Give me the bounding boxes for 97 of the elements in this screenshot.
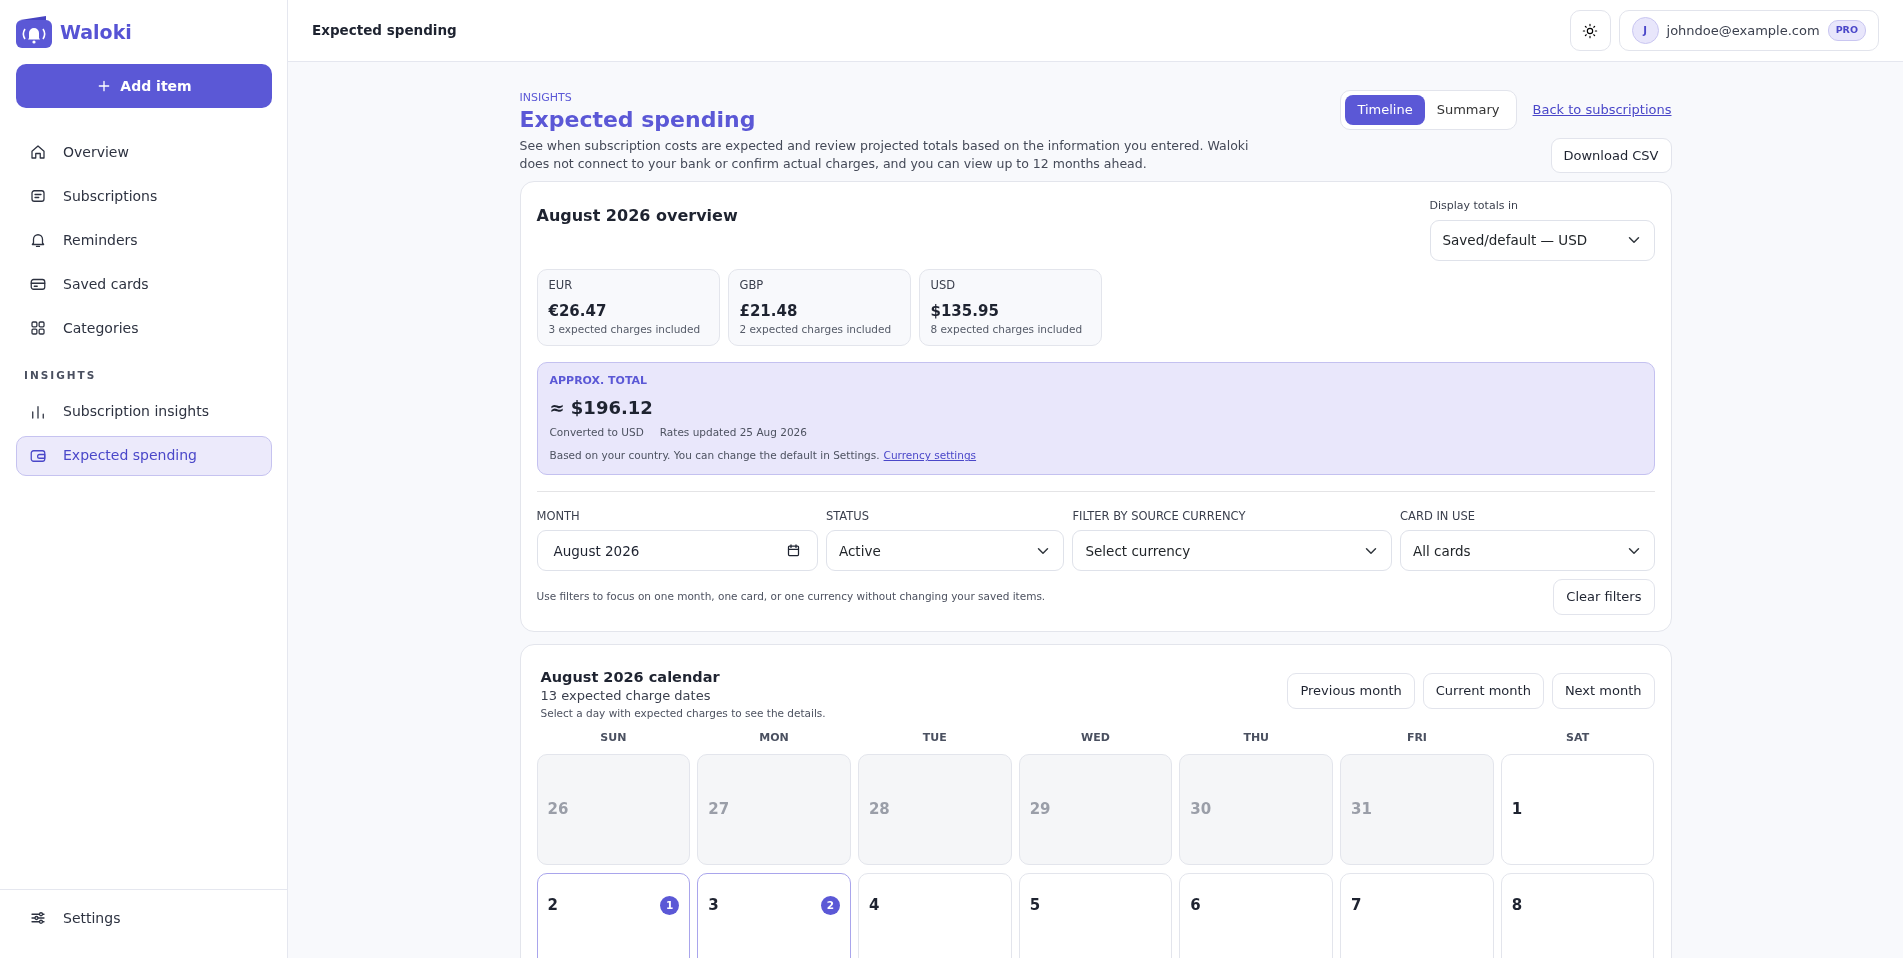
weekday-label: FRI <box>1405 729 1428 746</box>
weekday-label: MON <box>758 729 790 746</box>
brand-name: Waloki <box>60 19 132 45</box>
day-number: 2 <box>547 896 558 915</box>
day-number: 31 <box>1351 799 1372 821</box>
field-label: Display totals in <box>1429 198 1519 215</box>
charge-count: 3 expected charges included <box>548 322 702 338</box>
nav-item[interactable]: Subscription insights <box>16 391 272 432</box>
currency-amount: $135.95 <box>930 300 1000 322</box>
calendar-day[interactable]: 5 <box>1018 873 1173 958</box>
calendar-day[interactable]: 4 <box>857 873 1012 958</box>
theme-toggle-button[interactable] <box>1569 10 1611 51</box>
calendar-day[interactable]: 3 2 <box>697 873 851 958</box>
charge-count: 2 expected charges included <box>739 322 893 338</box>
charge-count-badge: 2 <box>820 896 840 916</box>
filter-hint: Use filters to focus on one month, one card, or one currency without changing your saved items. <box>536 589 1046 605</box>
filter-select[interactable]: All cards <box>1400 530 1655 572</box>
calendar-icon <box>785 543 801 559</box>
day-number: 8 <box>1511 896 1523 915</box>
field-label: FILTER BY SOURCE CURRENCY <box>1072 508 1247 526</box>
day-number: 4 <box>868 896 880 915</box>
download-csv-button[interactable]: Download CSV <box>1550 137 1672 173</box>
month-nav-button[interactable]: Current month <box>1422 673 1544 709</box>
currency-code: GBP <box>739 276 765 294</box>
eyebrow-label: INSIGHTS <box>519 90 573 106</box>
view-tab[interactable]: Summary <box>1424 95 1512 125</box>
currency-amount: £21.48 <box>739 300 799 322</box>
field-label: MONTH <box>536 508 581 526</box>
page-heading: Expected spending <box>519 106 757 133</box>
day-number: 30 <box>1190 799 1212 821</box>
day-number: 7 <box>1351 896 1362 915</box>
weekday-label: TUE <box>921 729 948 746</box>
calendar-hint: Select a day with expected charges to see the details. <box>540 705 826 721</box>
sliders-icon <box>29 909 47 927</box>
month-nav-button[interactable]: Next month <box>1551 673 1655 709</box>
page-title: Expected spending <box>312 21 457 41</box>
day-number: 29 <box>1029 799 1051 821</box>
weekday-label: SUN <box>599 729 628 746</box>
currency-note: Based on your country. You can change the default in Settings. <box>549 448 880 464</box>
calendar-day[interactable]: 1 <box>1500 754 1655 866</box>
add-item-button[interactable]: Add item <box>16 64 272 108</box>
back-link[interactable]: Back to subscriptions <box>1532 100 1672 120</box>
field-label: STATUS <box>825 508 871 526</box>
view-tab[interactable]: Timeline <box>1345 95 1425 125</box>
day-number: 28 <box>868 799 890 821</box>
currency-code: USD <box>930 276 957 294</box>
nav-item[interactable]: Settings <box>16 898 272 938</box>
charge-date-count: 13 expected charge dates <box>540 687 712 706</box>
charge-count-badge: 1 <box>660 896 680 916</box>
currency-select[interactable]: Saved/default — USD <box>1429 219 1655 261</box>
day-number: 26 <box>547 799 569 821</box>
calendar-heading: August 2026 calendar <box>540 668 721 687</box>
nav-item[interactable]: Reminders <box>16 220 272 260</box>
calendar-day[interactable]: 6 <box>1179 873 1334 958</box>
charge-count: 8 expected charges included <box>930 322 1084 338</box>
calendar-day[interactable]: 7 <box>1340 873 1494 958</box>
wallet-bell-logo <box>16 16 52 48</box>
grid-icon <box>29 319 47 337</box>
calendar-day[interactable]: 2 1 <box>536 873 691 958</box>
nav-item[interactable]: Expected spending <box>16 435 272 476</box>
approx-label: APPROX. TOTAL <box>549 373 649 390</box>
sun-icon <box>1582 22 1599 39</box>
card-heading: August 2026 overview <box>536 206 738 228</box>
filter-select[interactable]: Select currency <box>1072 530 1392 572</box>
page-description: See when subscription costs are expected and review projected totals based on the information you entered. Waloki does not connect to your bank or confirm actual charges, and you can view up to 12 months ahead. <box>519 136 1250 173</box>
currency-amount: €26.47 <box>548 300 608 322</box>
bell-icon <box>29 231 47 249</box>
nav-item[interactable]: Saved cards <box>16 264 272 304</box>
nav-item[interactable]: Subscriptions <box>16 176 272 216</box>
approx-amount: ≈ $196.12 <box>549 395 654 420</box>
weekday-label: THU <box>1242 729 1271 746</box>
month-nav-button[interactable]: Previous month <box>1287 673 1415 709</box>
user-email: johndoe@example.com <box>1666 21 1820 40</box>
filter-select[interactable]: Active <box>825 530 1065 572</box>
user-menu-button[interactable]: J johndoe@example.com PRO <box>1618 10 1879 51</box>
nav-item[interactable]: Categories <box>16 308 272 348</box>
home-icon <box>29 143 47 161</box>
day-number: 27 <box>708 799 730 821</box>
weekday-label: WED <box>1080 729 1111 746</box>
currency-code: EUR <box>548 276 574 294</box>
clear-filters-button[interactable]: Clear filters <box>1553 579 1655 615</box>
document-icon <box>29 187 47 205</box>
field-label: CARD IN USE <box>1400 508 1477 526</box>
conversion-note: Converted to USD <box>549 424 644 440</box>
day-number: 6 <box>1190 896 1201 915</box>
month-field[interactable]: August 2026 <box>536 530 818 572</box>
avatar: J <box>1631 17 1659 44</box>
day-number: 5 <box>1029 896 1041 915</box>
rates-note: Rates updated 25 Aug 2026 <box>659 424 807 440</box>
day-number: 1 <box>1511 799 1523 821</box>
calendar-day[interactable]: 8 <box>1500 873 1655 958</box>
currency-settings-link[interactable]: Currency settings <box>883 448 977 465</box>
day-number: 3 <box>708 896 719 915</box>
plan-badge: PRO <box>1827 20 1866 41</box>
section-heading: INSIGHTS <box>23 368 98 383</box>
nav-item[interactable]: Overview <box>16 132 272 172</box>
weekday-label: SAT <box>1565 729 1591 746</box>
